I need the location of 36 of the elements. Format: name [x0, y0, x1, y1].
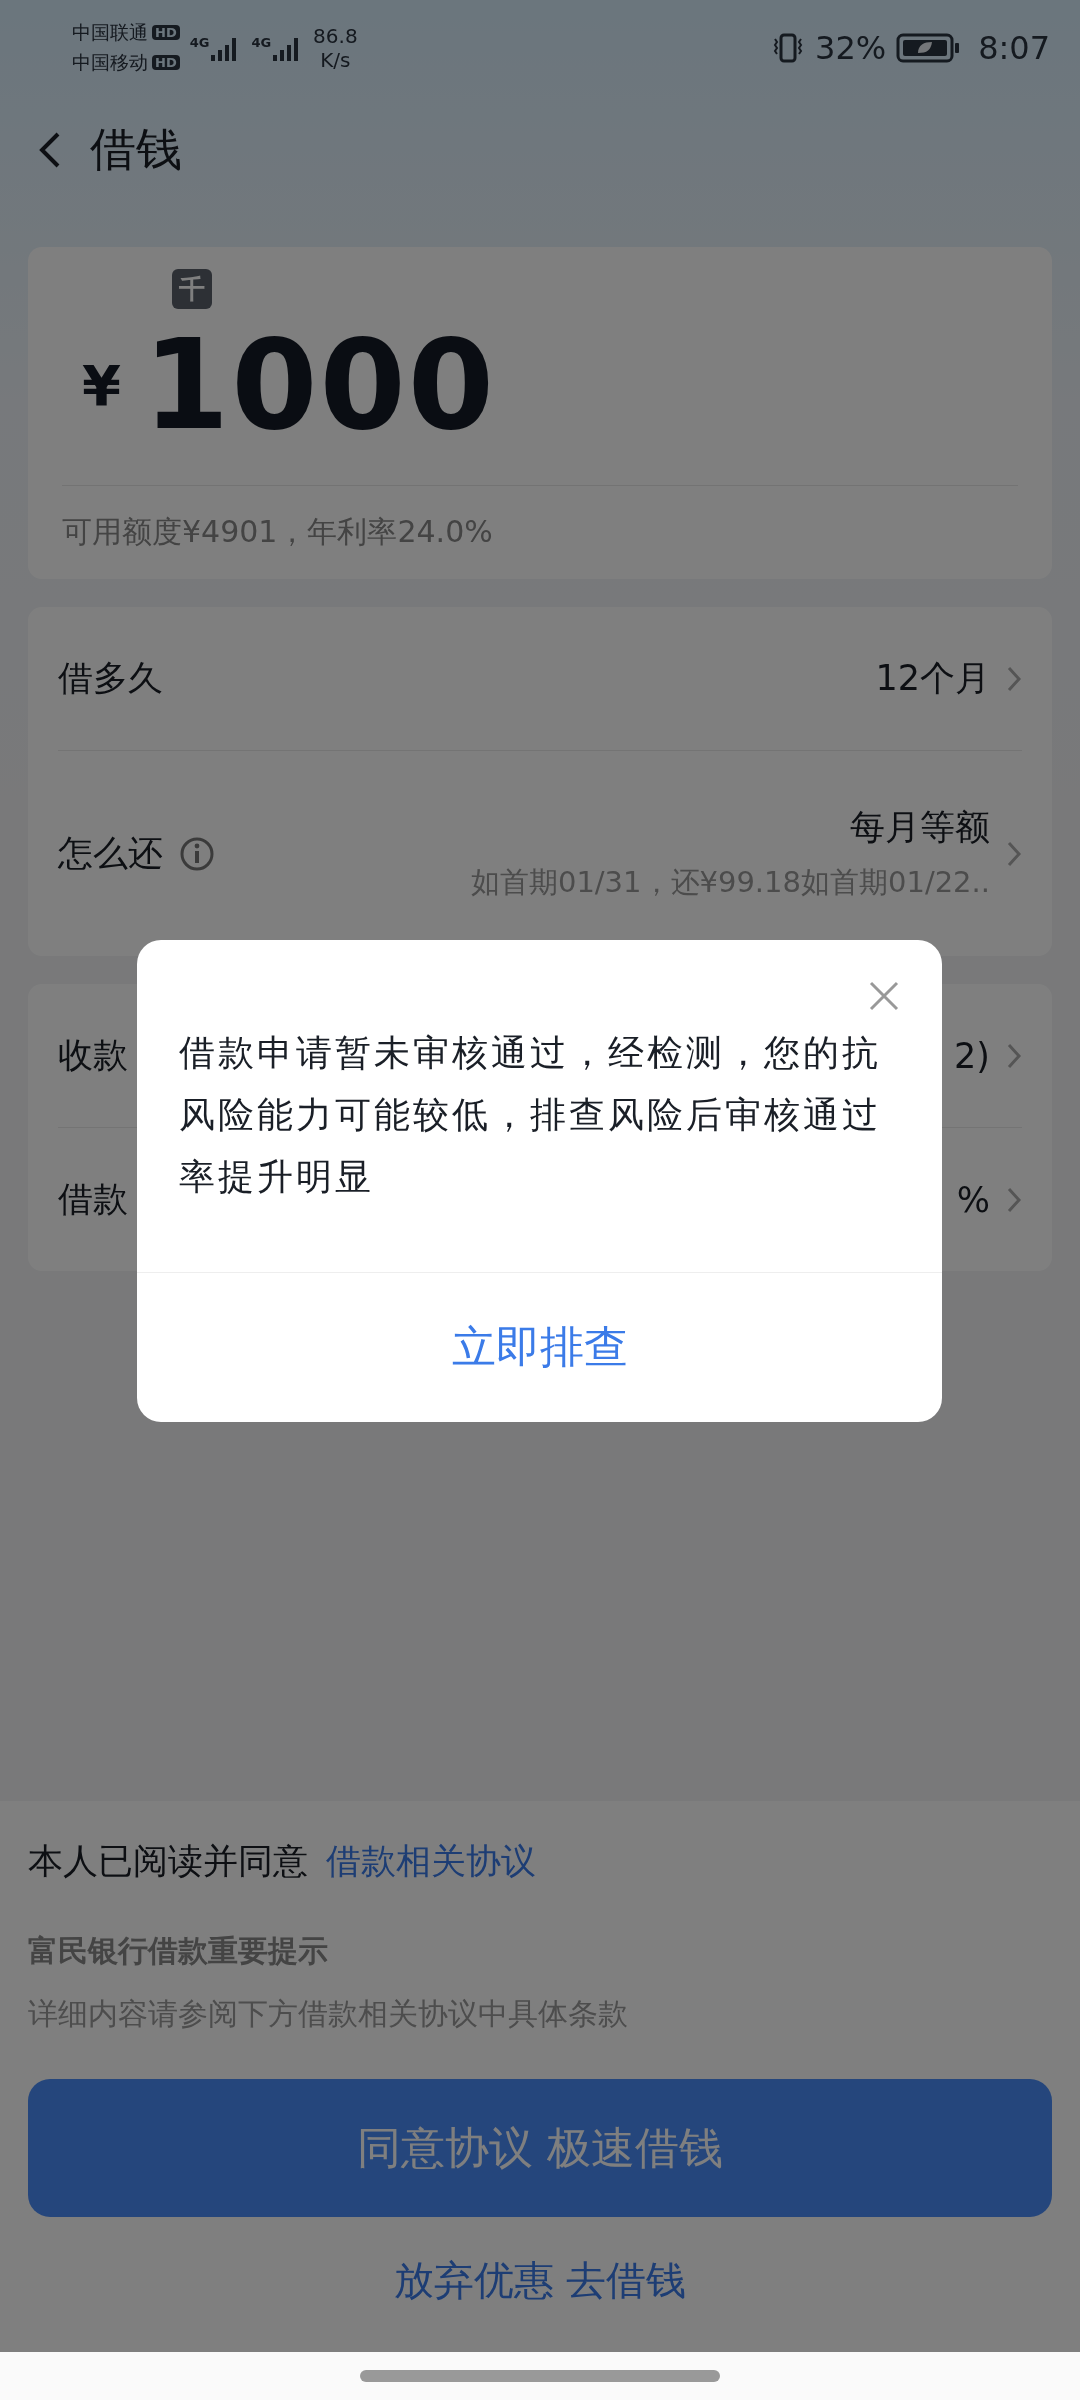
close-icon[interactable]: [868, 980, 900, 1012]
row-value[interactable]: %: [956, 1179, 990, 1220]
page-title: 借钱: [90, 121, 182, 178]
row-value[interactable]: 2): [954, 1035, 990, 1076]
chevron-icon: [1006, 839, 1022, 868]
credit-note: 可用额度¥4901，年利率24.0%: [62, 513, 494, 551]
notice-title: 富民银行借款重要提示: [28, 1932, 329, 1970]
network-type: 4G: [251, 34, 272, 50]
row-label: 借多久: [58, 657, 163, 700]
currency-symbol: ¥: [82, 352, 121, 418]
hd-badge: HD: [152, 25, 180, 40]
agreement-link[interactable]: 借款相关协议: [326, 1837, 536, 1885]
back-icon[interactable]: [38, 130, 62, 170]
agreement-text: 本人已阅读并同意: [28, 1839, 308, 1883]
dialog-message: 借款申请暂未审核通过，经检测，您的抗风险能力可能较低，排查风险后审核通过率提升明显: [179, 1031, 882, 1199]
skip-offer-link[interactable]: 放弃优惠 去借钱: [393, 2253, 687, 2308]
row-label: 收款: [58, 1034, 128, 1077]
row-value[interactable]: 每月等额: [850, 804, 990, 851]
info-icon[interactable]: [179, 835, 215, 872]
unit-badge: 千: [172, 269, 212, 309]
row-label: 借款: [58, 1178, 128, 1221]
carrier-name: 中国联通: [72, 19, 148, 45]
chevron-icon: [1006, 1041, 1022, 1070]
row-value[interactable]: 12个月: [875, 655, 990, 702]
loan-amount[interactable]: 1000: [142, 313, 497, 457]
chevron-icon: [1006, 1185, 1022, 1214]
network-type: 4G: [189, 34, 210, 50]
network-speed: 86.8: [313, 23, 358, 48]
carrier-name: 中国移动: [72, 49, 148, 75]
chevron-icon: [1006, 664, 1022, 693]
clock: 8:07: [978, 28, 1050, 67]
check-now-button[interactable]: 立即排查: [137, 1272, 942, 1422]
row-label: 怎么还: [58, 832, 163, 875]
hd-badge: HD: [152, 55, 180, 70]
battery-percent: 32%: [815, 28, 887, 67]
speed-unit: K/s: [320, 47, 351, 72]
